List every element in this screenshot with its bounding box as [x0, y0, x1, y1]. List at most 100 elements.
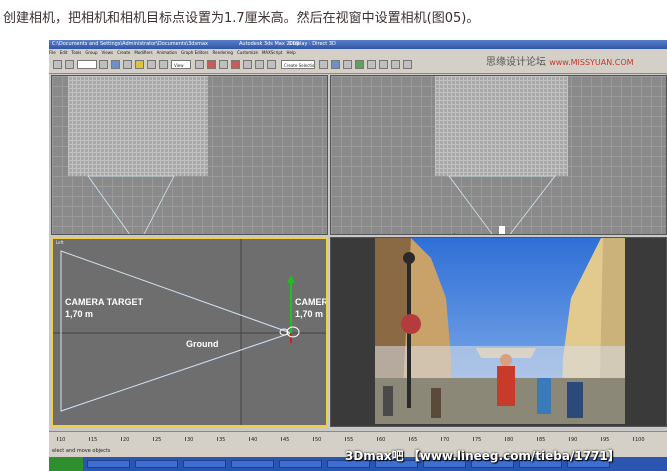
timeline-tick	[409, 437, 410, 441]
timeline-tick-label: 10	[59, 437, 66, 443]
region-icon[interactable]	[123, 60, 132, 69]
timeline-tick	[633, 437, 634, 441]
taskbar-button[interactable]	[135, 460, 178, 468]
timeline-tick-label: 50	[315, 437, 322, 443]
taskbar-button[interactable]	[231, 460, 274, 468]
timeline-tick	[217, 437, 218, 441]
viewport-front[interactable]	[330, 75, 667, 235]
mirror-icon[interactable]	[267, 60, 276, 69]
camera-frustum	[87, 175, 175, 234]
left-view-geometry	[53, 239, 328, 425]
axis-y-arrow	[287, 275, 295, 283]
menu-item[interactable]: Rendering	[213, 50, 233, 55]
person-head	[500, 354, 512, 366]
timeline-tick	[57, 437, 58, 441]
timeline-tick-label: 100	[635, 437, 645, 443]
menu-item[interactable]: Group	[85, 50, 97, 55]
schematic-icon[interactable]	[355, 60, 364, 69]
timeline-tick-label: 70	[443, 437, 450, 443]
undo-icon[interactable]	[53, 60, 62, 69]
angle-snap-icon[interactable]	[219, 60, 228, 69]
quick-render-icon[interactable]	[403, 60, 412, 69]
edit-named-sel-icon[interactable]	[255, 60, 264, 69]
taskbar-button[interactable]	[279, 460, 322, 468]
axis-arrow	[453, 233, 455, 234]
camera-height: 1,70 m	[295, 309, 324, 319]
timeline-tick-label: 90	[571, 437, 578, 443]
timeline-tick	[505, 437, 506, 441]
named-selection-set[interactable]: Create Selection Set	[281, 60, 315, 69]
snap-icon[interactable]	[207, 60, 216, 69]
menu-item[interactable]: Edit	[60, 50, 68, 55]
timeline-tick	[473, 437, 474, 441]
timeline-tick	[249, 437, 250, 441]
axis-x-handle	[327, 329, 328, 335]
timeline-tick	[377, 437, 378, 441]
camera-label: CAMERA	[295, 297, 328, 307]
scale-icon[interactable]	[159, 60, 168, 69]
pedestrian	[431, 388, 441, 418]
menu-item[interactable]: Customize	[237, 50, 258, 55]
timeline-tick	[121, 437, 122, 441]
timeline-tick	[441, 437, 442, 441]
lamp-head	[403, 252, 415, 264]
timeline-tick-label: 60	[379, 437, 386, 443]
person-dark	[567, 382, 583, 418]
title-display: Display : Direct 3D	[289, 41, 336, 47]
menu-item[interactable]: Help	[286, 50, 295, 55]
spinner-snap-icon[interactable]	[243, 60, 252, 69]
timeline-tick-label: 15	[91, 437, 98, 443]
select-by-name-icon[interactable]	[111, 60, 120, 69]
watermark-url: www.MISSYUAN.COM	[549, 58, 634, 67]
material-editor-icon[interactable]	[367, 60, 376, 69]
render-setup-icon[interactable]	[379, 60, 388, 69]
pivot-icon[interactable]	[195, 60, 204, 69]
timeline-tick-label: 85	[539, 437, 546, 443]
menu-item[interactable]: Animation	[157, 50, 177, 55]
percent-snap-icon[interactable]	[231, 60, 240, 69]
pedestrian	[383, 386, 393, 416]
timeline-tick-label: 25	[155, 437, 162, 443]
curve-editor-icon[interactable]	[343, 60, 352, 69]
start-button[interactable]	[49, 457, 83, 471]
menu-item[interactable]: Create	[117, 50, 130, 55]
menu-item[interactable]: MAXScript	[262, 50, 283, 55]
taskbar-button[interactable]	[183, 460, 226, 468]
selection-filter[interactable]	[77, 60, 97, 69]
timeline-tick-label: 80	[507, 437, 514, 443]
render-frame-icon[interactable]	[391, 60, 400, 69]
timeline-tick	[281, 437, 282, 441]
rotate-icon[interactable]	[147, 60, 156, 69]
menu-item[interactable]: Views	[102, 50, 114, 55]
timeline-tick	[345, 437, 346, 441]
menu-item[interactable]: Graph Editors	[181, 50, 208, 55]
camera-target-label: CAMERA TARGET	[65, 297, 143, 307]
timeline-tick	[569, 437, 570, 441]
timeline-tick-label: 45	[283, 437, 290, 443]
taskbar-button[interactable]	[87, 460, 130, 468]
timeline-tick-label: 65	[411, 437, 418, 443]
select-icon[interactable]	[99, 60, 108, 69]
layer-icon[interactable]	[331, 60, 340, 69]
menu-item[interactable]: Tools	[71, 50, 81, 55]
reference-coord-dropdown[interactable]: View	[171, 60, 191, 69]
timeline-tick	[601, 437, 602, 441]
time-slider[interactable]: 10 15 20 25 30 35 40 45 50 55 60 65 70 75 80 85 90 95 100	[49, 431, 667, 446]
redo-icon[interactable]	[65, 60, 74, 69]
camera-figure	[499, 226, 505, 234]
timeline-tick-label: 35	[219, 437, 226, 443]
viewport-top[interactable]	[51, 75, 328, 235]
timeline-tick-label: 75	[475, 437, 482, 443]
max-window: C:\Documents and Settings\Administrator\…	[49, 40, 667, 471]
timeline-tick-label: 30	[187, 437, 194, 443]
site-watermark: 思缘设计论坛 www.MISSYUAN.COM	[486, 53, 634, 68]
viewport-camera[interactable]: Camera01	[330, 237, 667, 427]
move-icon[interactable]	[135, 60, 144, 69]
menu-item[interactable]: Modifiers	[134, 50, 152, 55]
timeline-tick	[537, 437, 538, 441]
street-photo	[331, 238, 666, 426]
viewport-left[interactable]: Left CAMERA TARGET 1,70 m CAMERA 1,70 m …	[51, 237, 328, 427]
menu-item[interactable]: File	[49, 50, 56, 55]
align-icon[interactable]	[319, 60, 328, 69]
camera-target-height: 1,70 m	[65, 309, 94, 319]
